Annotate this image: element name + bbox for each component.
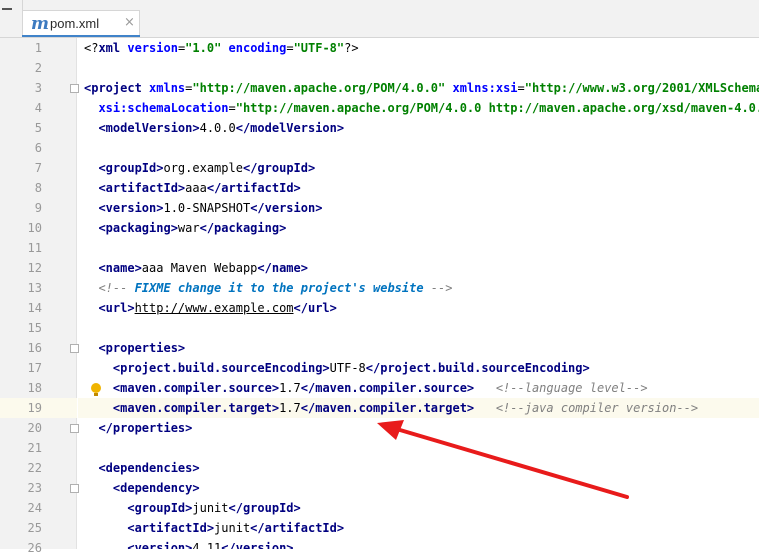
line-number: 13 [27, 281, 42, 295]
gutter-line-7[interactable]: 7 [0, 158, 77, 178]
line-number: 21 [27, 441, 42, 455]
line-number: 26 [27, 541, 42, 555]
code-line-7: <groupId>org.example</groupId> [84, 161, 316, 175]
url-link[interactable]: http://www.example.com [135, 301, 294, 315]
line-number: 6 [34, 141, 42, 155]
gutter-line-8[interactable]: 8 [0, 178, 77, 198]
gutter-line-10[interactable]: 10 [0, 218, 77, 238]
line-number: 18 [27, 381, 42, 395]
code-line-12: <name>aaa Maven Webapp</name> [84, 261, 308, 275]
code-editor[interactable]: <?xml version="1.0" encoding="UTF-8"?> <… [78, 38, 759, 549]
line-number: 25 [27, 521, 42, 535]
gutter-line-15[interactable]: 15 [0, 318, 77, 338]
line-number: 14 [27, 301, 42, 315]
code-line-9: <version>1.0-SNAPSHOT</version> [84, 201, 323, 215]
code-line-10: <packaging>war</packaging> [84, 221, 287, 235]
code-line-19-current: <maven.compiler.target>1.7</maven.compil… [78, 398, 759, 418]
line-number-gutter[interactable]: 1 2 3 4 5 6 7 8 9 10 11 12 13 14 15 16 17 18 19 20 21 22 23 24 2… [0, 38, 101, 555]
maven-m-icon: m [31, 14, 49, 34]
gutter-line-4[interactable]: 4 [0, 98, 77, 118]
line-number: 5 [34, 121, 42, 135]
line-number: 24 [27, 501, 42, 515]
gutter-line-14[interactable]: 14 [0, 298, 77, 318]
tab-label: pom.xml [50, 16, 100, 31]
gutter-line-19[interactable]: 19 [0, 398, 77, 418]
gutter-line-17[interactable]: 17 [0, 358, 77, 378]
line-number: 19 [27, 401, 42, 415]
code-line-18: <maven.compiler.source>1.7</maven.compil… [84, 381, 648, 395]
gutter-line-1[interactable]: 1 [0, 38, 77, 58]
tool-window-strip [0, 0, 23, 37]
line-number: 9 [34, 201, 42, 215]
code-line-24: <groupId>junit</groupId> [84, 501, 301, 515]
code-line-20: </properties> [84, 421, 193, 435]
line-number: 12 [27, 261, 42, 275]
line-number: 2 [34, 61, 42, 75]
gutter-line-23[interactable]: 23 [0, 478, 77, 498]
gutter-line-13[interactable]: 13 [0, 278, 77, 298]
code-line-17: <project.build.sourceEncoding>UTF-8</pro… [84, 361, 590, 375]
line-number: 11 [27, 241, 42, 255]
gutter-line-9[interactable]: 9 [0, 198, 77, 218]
code-line-3: <project xmlns="http://maven.apache.org/… [84, 81, 759, 95]
line-number: 1 [34, 41, 42, 55]
code-line-14: <url>http://www.example.com</url> [84, 301, 337, 315]
gutter-line-20[interactable]: 20 [0, 418, 77, 438]
line-number: 4 [34, 101, 42, 115]
line-number: 7 [34, 161, 42, 175]
code-line-22: <dependencies> [84, 461, 200, 475]
code-line-13: <!-- FIXME change it to the project's we… [84, 281, 453, 295]
gutter-line-3[interactable]: 3 [0, 78, 77, 98]
gutter-line-26[interactable]: 26 [0, 538, 77, 558]
gutter-line-16[interactable]: 16 [0, 338, 77, 358]
line-number: 3 [34, 81, 42, 95]
code-line-8: <artifactId>aaa</artifactId> [84, 181, 301, 195]
code-line-25: <artifactId>junit</artifactId> [84, 521, 345, 535]
line-number: 22 [27, 461, 42, 475]
code-line-5: <modelVersion>4.0.0</modelVersion> [84, 121, 345, 135]
line-number: 15 [27, 321, 42, 335]
gutter-line-6[interactable]: 6 [0, 138, 77, 158]
code-line-16: <properties> [84, 341, 186, 355]
code-line-1: <?xml version="1.0" encoding="UTF-8"?> [84, 41, 359, 55]
line-number: 16 [27, 341, 42, 355]
line-number: 8 [34, 181, 42, 195]
gutter-line-18[interactable]: 18 [0, 378, 77, 398]
line-number: 23 [27, 481, 42, 495]
gutter-line-25[interactable]: 25 [0, 518, 77, 538]
gutter-line-11[interactable]: 11 [0, 238, 77, 258]
gutter-line-5[interactable]: 5 [0, 118, 77, 138]
gutter-line-2[interactable]: 2 [0, 58, 77, 78]
active-tab-indicator [22, 35, 140, 37]
line-number: 20 [27, 421, 42, 435]
collapse-icon[interactable] [2, 8, 12, 10]
code-line-23: <dependency> [84, 481, 200, 495]
code-line-26: <version>4.11</version> [84, 541, 294, 549]
line-number: 17 [27, 361, 42, 375]
line-number: 10 [27, 221, 42, 235]
gutter-line-12[interactable]: 12 [0, 258, 77, 278]
gutter-line-24[interactable]: 24 [0, 498, 77, 518]
code-line-4: xsi:schemaLocation="http://maven.apache.… [84, 101, 759, 115]
gutter-line-21[interactable]: 21 [0, 438, 77, 458]
tab-pom-xml[interactable]: m pom.xml × [22, 10, 140, 37]
close-icon[interactable]: × [124, 15, 135, 30]
gutter-line-22[interactable]: 22 [0, 458, 77, 478]
editor-tab-bar: m pom.xml × [0, 0, 759, 38]
